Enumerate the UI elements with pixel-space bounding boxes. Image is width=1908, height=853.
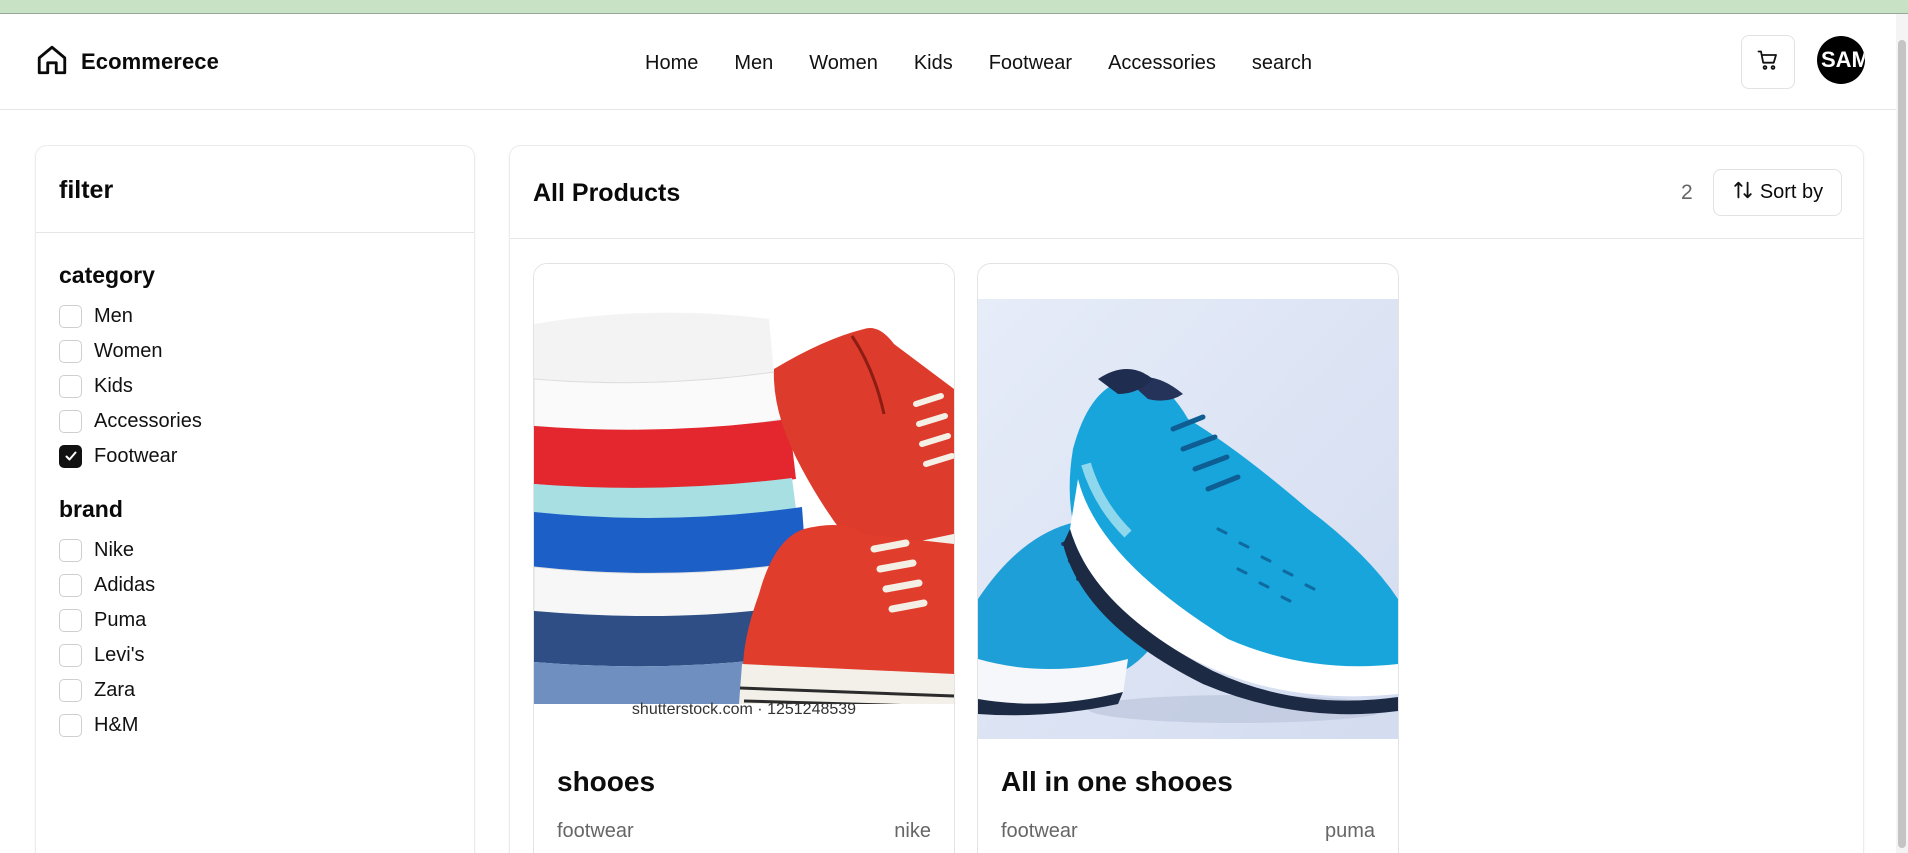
- option-label: Levi's: [94, 643, 145, 666]
- product-image: [978, 299, 1398, 739]
- brand-heading: brand: [59, 496, 123, 522]
- option-label: Women: [94, 339, 163, 362]
- product-card[interactable]: shutterstock.com · 1251248539 shooes foo…: [533, 263, 955, 853]
- divider: [36, 232, 474, 233]
- sort-label: Sort by: [1759, 181, 1824, 203]
- filter-option-women[interactable]: Women: [59, 338, 163, 364]
- filter-option-puma[interactable]: Puma: [59, 607, 146, 633]
- nav-women[interactable]: Women: [809, 52, 878, 75]
- option-label: Footwear: [94, 444, 178, 467]
- products-title: All Products: [533, 179, 681, 207]
- user-avatar[interactable]: SAM: [1817, 36, 1865, 84]
- products-count: 2: [1681, 181, 1693, 204]
- filter-option-hm[interactable]: H&M: [59, 712, 138, 738]
- home-logo-link[interactable]: Ecommerece: [35, 44, 219, 80]
- cart-button[interactable]: [1741, 35, 1795, 89]
- nav-men[interactable]: Men: [734, 52, 773, 75]
- filter-option-levis[interactable]: Levi's: [59, 642, 145, 668]
- option-label: Accessories: [94, 409, 202, 432]
- check-icon: [65, 451, 76, 461]
- checkbox[interactable]: [59, 304, 82, 328]
- checkbox[interactable]: [59, 339, 82, 363]
- site-header: Ecommerece Home Men Women Kids Footwear …: [0, 14, 1908, 110]
- category-heading: category: [59, 262, 155, 288]
- nav-search[interactable]: search: [1252, 52, 1312, 75]
- filter-option-zara[interactable]: Zara: [59, 677, 135, 703]
- page-scrollbar-thumb[interactable]: [1898, 40, 1906, 848]
- filter-option-footwear[interactable]: Footwear: [59, 443, 177, 469]
- brand-name: Ecommerece: [81, 49, 219, 74]
- sort-arrows-icon: [1732, 179, 1754, 206]
- filter-panel: filter category Men Women Kids Accessori…: [35, 145, 475, 853]
- filter-option-nike[interactable]: Nike: [59, 537, 134, 563]
- checkbox[interactable]: [59, 678, 82, 702]
- product-category: footwear: [557, 820, 634, 842]
- cart-icon: [1756, 48, 1780, 77]
- products-panel: All Products 2 Sort by shutterstock.com …: [509, 145, 1864, 853]
- option-label: Adidas: [94, 573, 156, 596]
- option-label: H&M: [94, 713, 139, 736]
- product-card[interactable]: All in one shooes footwear puma: [977, 263, 1399, 853]
- checkbox[interactable]: [59, 643, 82, 667]
- filter-option-men[interactable]: Men: [59, 303, 133, 329]
- checkbox-checked[interactable]: [59, 444, 82, 468]
- filter-option-kids[interactable]: Kids: [59, 373, 133, 399]
- filter-title: filter: [59, 176, 114, 204]
- image-watermark: shutterstock.com · 1251248539: [631, 701, 857, 718]
- option-label: Nike: [94, 538, 135, 561]
- checkbox[interactable]: [59, 409, 82, 433]
- product-brand: puma: [1324, 820, 1375, 842]
- product-brand: nike: [894, 820, 931, 842]
- nav-home[interactable]: Home: [645, 52, 698, 75]
- checkbox[interactable]: [59, 608, 82, 632]
- checkbox[interactable]: [59, 374, 82, 398]
- checkbox[interactable]: [59, 573, 82, 597]
- filter-option-adidas[interactable]: Adidas: [59, 572, 155, 598]
- product-title: All in one shooes: [1001, 766, 1233, 797]
- house-icon: [35, 43, 69, 82]
- main-nav: Home Men Women Kids Footwear Accessories…: [645, 50, 1312, 76]
- checkbox[interactable]: [59, 538, 82, 562]
- nav-footwear[interactable]: Footwear: [989, 52, 1072, 75]
- option-label: Puma: [94, 608, 147, 631]
- sort-button[interactable]: Sort by: [1713, 169, 1842, 216]
- browser-top-strip: [0, 0, 1908, 14]
- product-image: [534, 264, 954, 724]
- checkbox[interactable]: [59, 713, 82, 737]
- filter-option-accessories[interactable]: Accessories: [59, 408, 202, 434]
- divider: [510, 238, 1863, 239]
- option-label: Zara: [94, 678, 136, 701]
- option-label: Men: [94, 304, 133, 327]
- product-title: shooes: [557, 766, 656, 797]
- nav-accessories[interactable]: Accessories: [1108, 52, 1216, 75]
- nav-kids[interactable]: Kids: [914, 52, 953, 75]
- product-category: footwear: [1001, 820, 1078, 842]
- option-label: Kids: [94, 374, 133, 397]
